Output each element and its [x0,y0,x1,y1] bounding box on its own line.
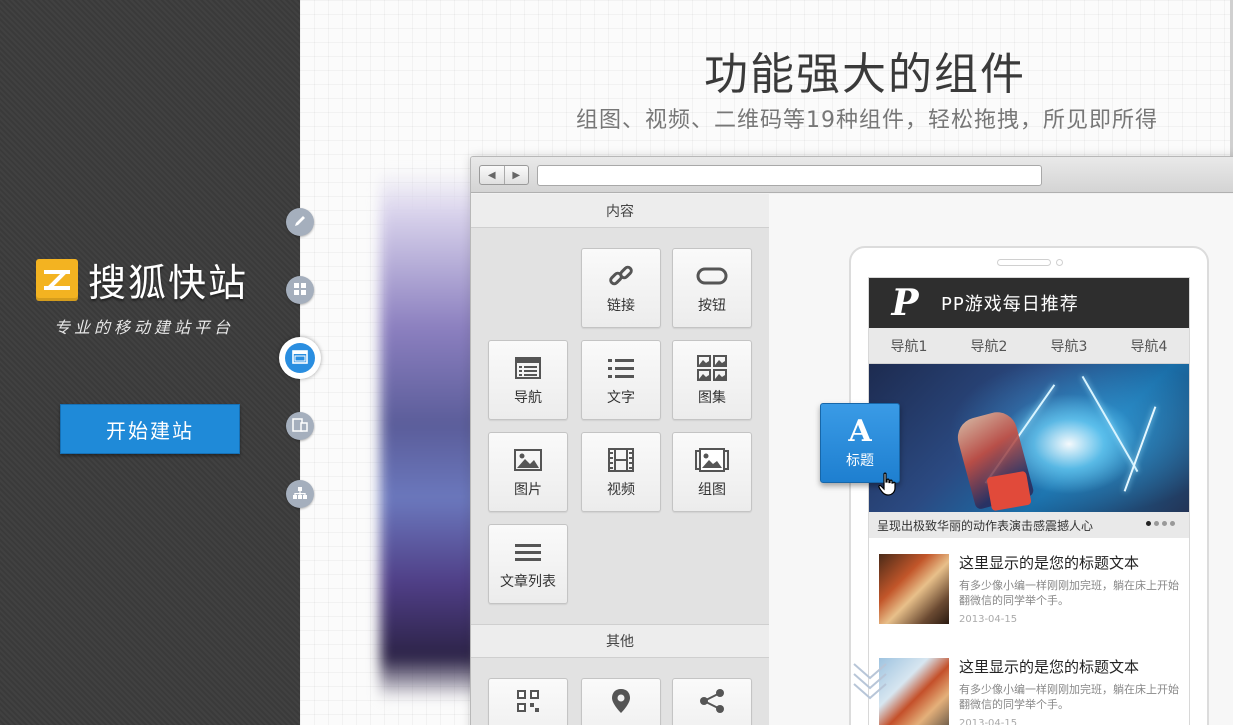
component-tile-nav[interactable]: 导航 [488,340,568,420]
banner-image[interactable] [869,364,1189,512]
tile-label: 按钮 [698,298,726,314]
hand-cursor-icon [878,472,896,500]
article-date: 2013-04-15 [959,718,1018,725]
tile-label: 组图 [698,482,726,498]
brand-name: 搜狐快站 [88,261,249,305]
gallery-icon [697,353,727,383]
app-nav: 导航1 导航2 导航3 导航4 [869,328,1189,364]
article-title: 这里显示的是您的标题文本 [959,658,1140,676]
section-dot-templates[interactable] [286,276,314,304]
window-icon [292,349,308,368]
grid-icon [293,281,307,300]
component-tile-text[interactable]: 文字 [581,340,661,420]
component-tile-share[interactable] [672,678,752,725]
phone-mockup: P PP游戏每日推荐 导航1 导航2 导航3 导航4 呈现出极致华丽的动作表演击… [849,246,1209,725]
qrcode-icon [516,686,540,716]
phone-speaker [997,259,1051,266]
component-tile-video[interactable]: 视频 [581,432,661,512]
pp-logo-icon: P [891,282,919,324]
back-arrow-icon[interactable]: ◀ [480,166,505,184]
component-tile-gallery[interactable]: 图集 [672,340,752,420]
article-title: 这里显示的是您的标题文本 [959,554,1140,572]
film-icon [608,445,634,475]
map-pin-icon [611,686,631,716]
app-nav-item[interactable]: 导航3 [1051,336,1088,356]
list-item[interactable]: 这里显示的是您的标题文本 有多少像小编一样刚刚加完班，躺在床上开始翻微信的同学举… [879,548,1181,628]
component-tile-article-list[interactable]: 文章列表 [488,524,568,604]
tile-label: 链接 [607,298,635,314]
devices-icon [292,417,308,436]
main-showcase: 功能强大的组件 组图、视频、二维码等19种组件，轻松拖拽，所见即所得 ◀ ▶ 内… [300,0,1233,725]
share-icon [699,686,725,716]
article-desc: 有多少像小编一样刚刚加完班，躺在床上开始翻微信的同学举个手。 [959,579,1179,607]
components-panel: 内容 链接 按钮 导航 文字 图集 图片 视频 组图 文章列表 其他 [471,194,769,725]
image-icon [514,445,542,475]
component-tile-image[interactable]: 图片 [488,432,568,512]
phone-screen: P PP游戏每日推荐 导航1 导航2 导航3 导航4 呈现出极致华丽的动作表演击… [868,277,1190,725]
tile-label: 文章列表 [500,574,556,590]
tile-label: 文字 [607,390,635,406]
tile-label: 导航 [514,390,542,406]
section-dot-structure[interactable] [286,480,314,508]
photo-group-icon [695,445,729,475]
browser-nav-buttons: ◀ ▶ [479,165,529,185]
app-nav-item[interactable]: 导航4 [1131,336,1168,356]
sohu-kuaizhan-logo-icon [36,258,78,301]
app-nav-item[interactable]: 导航1 [891,336,928,356]
component-tile-photo-group[interactable]: 组图 [672,432,752,512]
phone-camera [1056,259,1063,266]
other-section-header: 其他 [471,624,769,658]
list-item[interactable]: 这里显示的是您的标题文本 有多少像小编一样刚刚加完班，躺在床上开始翻微信的同学举… [879,652,1181,725]
start-building-button[interactable]: 开始建站 [60,404,240,454]
link-icon [607,261,635,291]
page-subtitle: 组图、视频、二维码等19种组件，轻松拖拽，所见即所得 [576,108,1158,133]
dragging-title-component[interactable]: A 标题 [820,403,900,483]
component-tile-link[interactable]: 链接 [581,248,661,328]
article-desc: 有多少像小编一样刚刚加完班，躺在床上开始翻微信的同学举个手。 [959,683,1179,711]
section-dot-components[interactable] [279,337,321,379]
banner-caption-text: 呈现出极致华丽的动作表演击感震撼人心 [877,518,1094,533]
article-thumbnail [879,658,949,725]
article-list-icon [514,537,542,567]
app-header: P PP游戏每日推荐 [869,278,1189,328]
component-tile-map[interactable] [581,678,661,725]
nav-icon [515,353,541,383]
section-dot-edit[interactable] [286,208,314,236]
app-nav-item[interactable]: 导航2 [971,336,1008,356]
app-title: PP游戏每日推荐 [941,294,1079,315]
background-blur [380,170,480,700]
article-thumbnail [879,554,949,624]
banner-caption: 呈现出极致华丽的动作表演击感震撼人心 [869,512,1189,538]
tile-label: 视频 [607,482,635,498]
browser-toolbar: ◀ ▶ [471,157,1233,193]
tile-label: 图集 [698,390,726,406]
component-tile-button[interactable]: 按钮 [672,248,752,328]
title-glyph-icon: A [848,414,872,449]
article-date: 2013-04-15 [959,614,1018,625]
section-dot-devices[interactable] [286,412,314,440]
carousel-dots[interactable] [1146,521,1175,526]
page-title: 功能强大的组件 [704,49,1026,100]
pencil-icon [293,213,307,232]
tile-label: 图片 [514,482,542,498]
component-tile-qrcode[interactable] [488,678,568,725]
forward-arrow-icon[interactable]: ▶ [505,166,529,184]
button-icon [696,261,728,291]
sidebar: 搜狐快站 专业的移动建站平台 开始建站 [0,0,300,725]
scroll-down-chevron-icon[interactable] [852,660,888,708]
brand: 搜狐快站 [36,252,248,307]
browser-url-bar[interactable] [537,165,1042,186]
brand-slogan: 专业的移动建站平台 [54,318,235,337]
content-section-header: 内容 [471,194,769,228]
sitemap-icon [292,485,308,504]
drag-widget-label: 标题 [846,453,874,469]
text-list-icon [607,353,635,383]
